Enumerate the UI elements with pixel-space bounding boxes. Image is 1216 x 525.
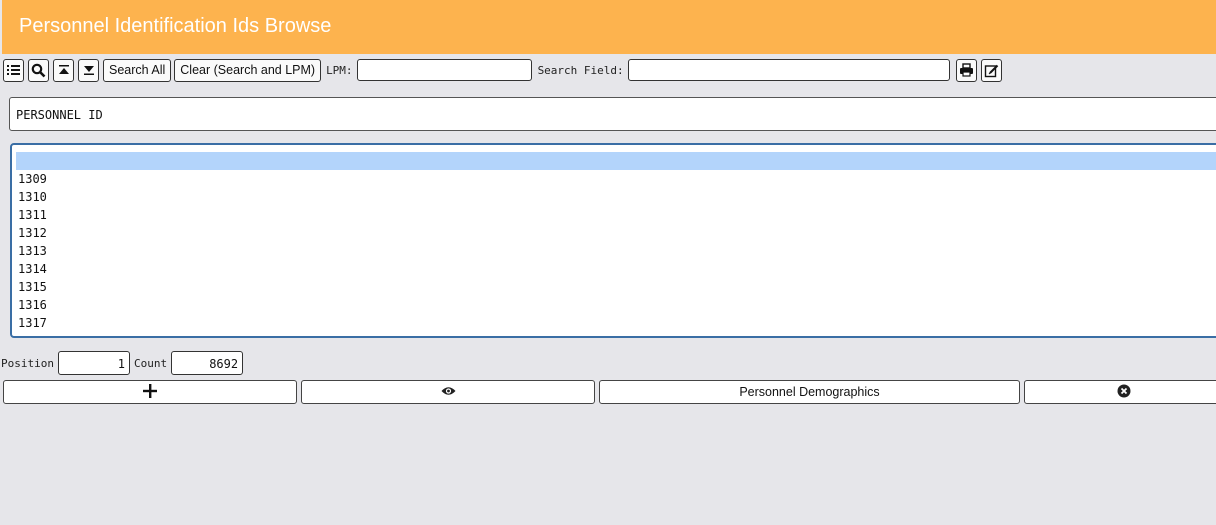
list-item[interactable]: 1310 — [12, 188, 1216, 206]
search-icon — [31, 63, 46, 78]
print-icon — [959, 63, 974, 77]
eye-icon — [441, 385, 456, 399]
toolbar: Search All Clear (Search and LPM) LPM: S… — [3, 58, 1216, 82]
list-item[interactable]: 1317 — [12, 314, 1216, 332]
list-item[interactable]: 1311 — [12, 206, 1216, 224]
list-item[interactable]: 1313 — [12, 242, 1216, 260]
count-field: 8692 — [171, 351, 244, 375]
personnel-demographics-label: Personnel Demographics — [739, 385, 880, 399]
print-button[interactable] — [955, 58, 977, 82]
window-title-bar: Personnel Identification Ids Browse — [2, 0, 1216, 54]
column-header-label: PERSONNEL ID — [16, 108, 103, 122]
search-button[interactable] — [28, 58, 49, 82]
search-field-input[interactable] — [627, 59, 950, 81]
clear-search-button[interactable]: Clear (Search and LPM) — [174, 58, 322, 82]
list-item[interactable]: 1312 — [12, 224, 1216, 242]
personnel-demographics-button[interactable]: Personnel Demographics — [599, 380, 1020, 404]
add-button[interactable] — [3, 380, 297, 404]
position-label: Position — [1, 356, 54, 370]
lpm-label: LPM: — [326, 63, 353, 77]
edit-button[interactable] — [980, 58, 1002, 82]
page-up-icon — [58, 64, 70, 76]
window-title: Personnel Identification Ids Browse — [19, 15, 332, 37]
position-field[interactable]: 1 — [57, 351, 130, 375]
list-options-button[interactable] — [3, 58, 24, 82]
close-button[interactable] — [1024, 380, 1216, 404]
personnel-id-list[interactable]: 1309 1310 1311 1312 1313 1314 1315 1316 … — [10, 143, 1216, 338]
list-item-selected[interactable] — [16, 152, 1216, 170]
list-item[interactable]: 1318 — [12, 332, 1216, 336]
list-icon — [6, 63, 21, 77]
page-down-icon — [83, 64, 95, 76]
lpm-input[interactable] — [356, 59, 532, 81]
edit-icon — [984, 63, 999, 78]
list-item[interactable]: 1316 — [12, 296, 1216, 314]
column-header-personnel-id: PERSONNEL ID — [9, 97, 1216, 131]
count-label: Count — [133, 356, 168, 370]
page-up-button[interactable] — [53, 58, 74, 82]
page-down-button[interactable] — [78, 58, 99, 82]
view-button[interactable] — [301, 380, 595, 404]
search-all-button[interactable]: Search All — [103, 58, 172, 82]
list-item[interactable]: 1315 — [12, 278, 1216, 296]
list-item[interactable]: 1314 — [12, 260, 1216, 278]
position-count-bar: Position 1 Count 8692 — [1, 351, 247, 375]
search-field-label: Search Field: — [537, 63, 624, 77]
list-item[interactable]: 1309 — [12, 170, 1216, 188]
close-circle-icon — [1117, 384, 1131, 401]
plus-icon — [143, 383, 157, 401]
